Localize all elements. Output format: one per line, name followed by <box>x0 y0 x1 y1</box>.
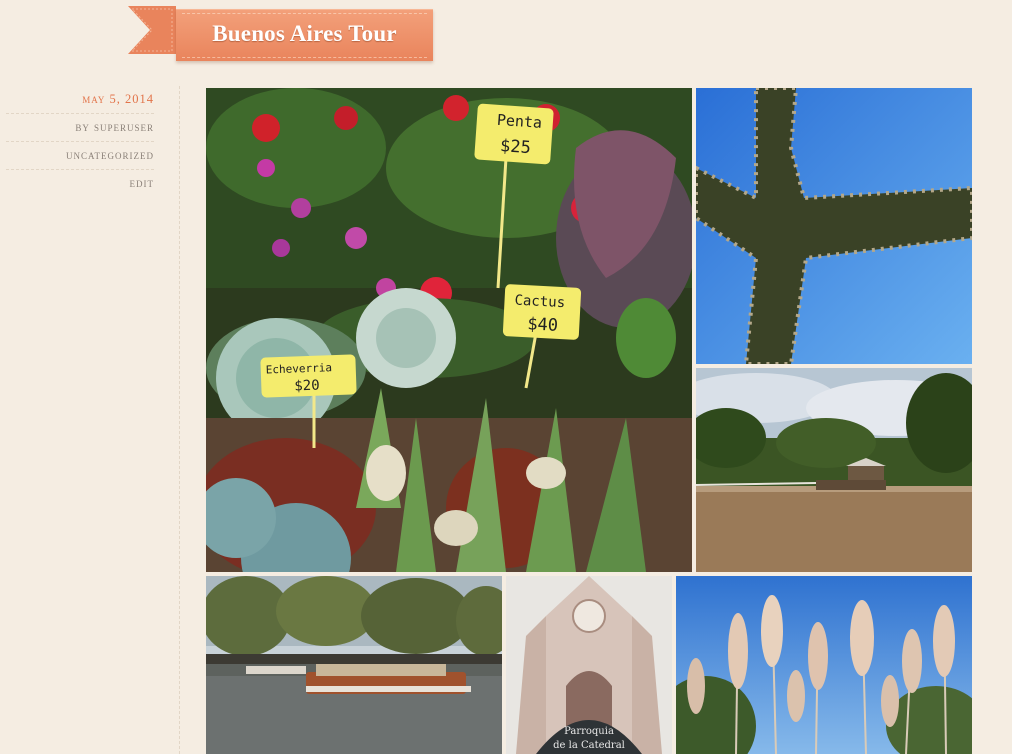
sign-cactus: Cactus <box>514 293 565 312</box>
post-meta: May 5, 2014 by superuser Uncategorized E… <box>6 86 154 197</box>
sign-echeverria: Echeverria <box>266 361 333 376</box>
post-category-link[interactable]: Uncategorized <box>66 148 154 162</box>
sign-penta-price: $25 <box>499 136 531 158</box>
photo-river-dock[interactable] <box>696 368 972 572</box>
edit-link[interactable]: Edit <box>130 176 155 190</box>
photo-cactus-sky[interactable] <box>696 88 972 364</box>
photo-gallery: Penta $25 Cactus $40 Echeverria $20 Parr… <box>206 88 972 754</box>
meta-divider <box>179 86 180 754</box>
photo-pampas-grass[interactable] <box>676 576 972 754</box>
post-date[interactable]: May 5, 2014 <box>6 86 154 114</box>
church-sign-line1: Parroquia <box>564 726 614 737</box>
post-title[interactable]: Buenos Aires Tour <box>176 21 433 47</box>
sign-echeverria-price: $20 <box>294 378 320 395</box>
post-author[interactable]: by superuser <box>6 114 154 142</box>
sign-penta: Penta <box>496 111 542 132</box>
post-edit[interactable]: Edit <box>6 170 154 197</box>
post-category[interactable]: Uncategorized <box>6 142 154 170</box>
post-date-link[interactable]: May 5, 2014 <box>82 92 154 106</box>
post-author-link[interactable]: by superuser <box>75 120 154 134</box>
photo-river-boat[interactable] <box>206 576 502 754</box>
sign-cactus-price: $40 <box>527 314 559 336</box>
church-sign-line2: de la Catedral <box>553 740 625 751</box>
photo-flower-market[interactable]: Penta $25 Cactus $40 Echeverria $20 <box>206 88 692 572</box>
title-ribbon: Buenos Aires Tour <box>176 9 433 61</box>
photo-cathedral[interactable]: Parroquia de la Catedral <box>506 576 672 754</box>
